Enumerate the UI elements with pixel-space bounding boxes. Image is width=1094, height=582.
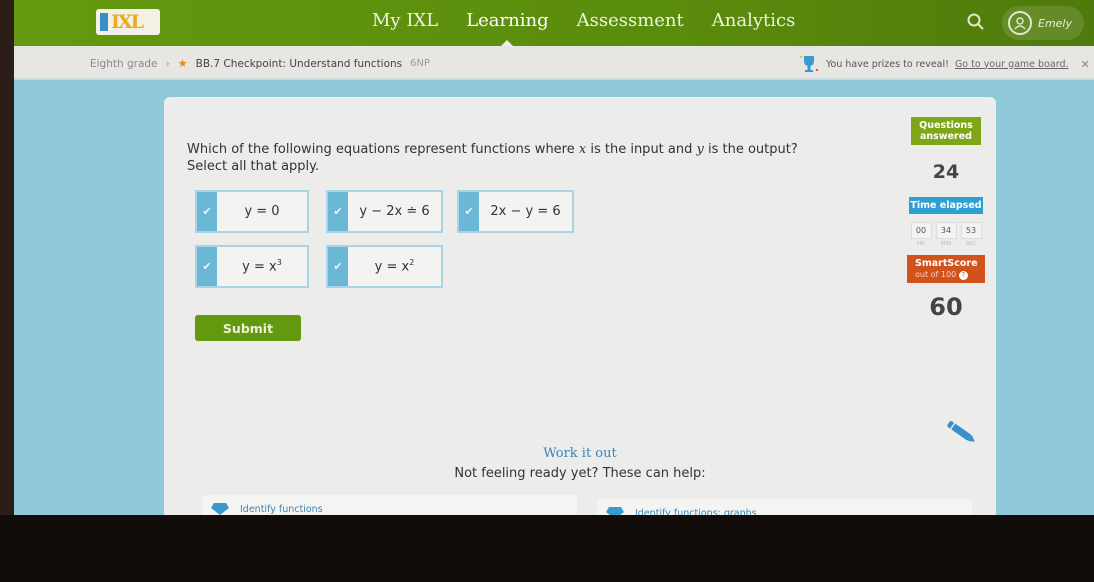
avatar-icon: [1008, 11, 1032, 35]
submit-button[interactable]: Submit: [195, 315, 301, 341]
nav-assessment[interactable]: Assessment: [577, 10, 684, 31]
checkmark-icon: ✔: [328, 247, 348, 286]
user-menu[interactable]: Emely: [1002, 6, 1084, 40]
ixl-logo[interactable]: IXL: [96, 9, 160, 35]
timer-seconds-label: SEC: [965, 241, 977, 247]
option-label: y = 0: [244, 204, 280, 219]
option-exponent: 3: [276, 258, 282, 268]
help-icon[interactable]: ?: [958, 271, 968, 280]
help-link-identify-functions[interactable]: Identify functions: [202, 495, 577, 515]
answer-option[interactable]: ✔ y = x2: [326, 245, 443, 288]
work-it-out-subtitle: Not feeling ready yet? These can help:: [454, 466, 706, 481]
monitor-bezel: [0, 0, 14, 582]
answer-option[interactable]: ✔ y − 2x ≐ 6: [326, 190, 443, 233]
search-icon[interactable]: [966, 12, 986, 32]
timer-hours-label: HR: [917, 241, 925, 247]
nav-learning[interactable]: Learning: [466, 10, 549, 46]
option-label: 2x − y = 6: [490, 204, 561, 219]
breadcrumb-skill: BB.7 Checkpoint: Understand functions: [195, 57, 403, 70]
prize-text: You have prizes to reveal!: [826, 58, 949, 70]
nav-links: My IXL Learning Assessment Analytics: [372, 10, 796, 46]
breadcrumb-grade[interactable]: Eighth grade: [90, 58, 158, 70]
practice-card: Which of the following equations represe…: [164, 97, 996, 515]
smartscore-value: 60: [929, 293, 963, 321]
answer-option[interactable]: ✔ y = x3: [195, 245, 309, 288]
prompt-part: Which of the following equations represe…: [187, 142, 579, 157]
browser-screen: IXL My IXL Learning Assessment Analytics…: [14, 0, 1094, 515]
monitor-bezel-bottom: [0, 515, 1094, 582]
answer-option[interactable]: ✔ y = 0: [195, 190, 309, 233]
prize-banner: You have prizes to reveal! Go to your ga…: [798, 54, 1090, 74]
option-label: y − 2x ≐ 6: [359, 204, 430, 219]
help-link-label: Identify functions: graphs: [635, 507, 757, 516]
game-board-link[interactable]: Go to your game board.: [955, 59, 1069, 70]
variable-y: y: [696, 142, 704, 157]
user-name: Emely: [1038, 16, 1072, 30]
pencil-icon[interactable]: [942, 417, 982, 447]
gem-icon: [211, 503, 229, 515]
logo-text: IXL: [111, 11, 144, 33]
stats-panel: Questions answered 24 Time elapsed 00 HR …: [905, 117, 987, 321]
smartscore-label: SmartScore out of 100 ?: [907, 255, 985, 283]
top-navigation: IXL My IXL Learning Assessment Analytics…: [14, 0, 1094, 46]
star-icon: ★: [177, 57, 188, 70]
checkmark-icon: ✔: [197, 192, 217, 231]
question-text: Which of the following equations represe…: [187, 141, 798, 158]
timer-hours-value: 00: [910, 222, 932, 239]
timer-minutes-label: MIN: [940, 241, 952, 247]
breadcrumb: Eighth grade › ★ BB.7 Checkpoint: Unders…: [90, 57, 430, 70]
questions-answered-value: 24: [932, 161, 960, 183]
questions-answered-label: Questions answered: [911, 117, 981, 145]
time-elapsed-label: Time elapsed: [909, 197, 983, 214]
skill-code: 6NP: [410, 58, 431, 69]
breadcrumb-separator: ›: [165, 57, 170, 70]
help-link-identify-functions-graphs[interactable]: Identify functions: graphs: [597, 499, 972, 515]
timer-minutes: 34 MIN: [935, 222, 957, 247]
question-prompt: Which of the following equations represe…: [187, 141, 798, 175]
question-instruction: Select all that apply.: [187, 159, 320, 174]
timer-minutes-value: 34: [935, 222, 957, 239]
option-exponent: 2: [409, 258, 415, 268]
answer-option[interactable]: ✔ 2x − y = 6: [457, 190, 574, 233]
nav-analytics[interactable]: Analytics: [712, 10, 796, 31]
timer-hours: 00 HR: [910, 222, 932, 247]
work-it-out-title: Work it out: [543, 446, 617, 461]
timer: 00 HR 34 MIN 53 SEC: [905, 222, 987, 247]
option-label: y = x3: [217, 258, 307, 274]
checkmark-icon: ✔: [459, 192, 479, 231]
help-link-label: Identify functions: [240, 503, 323, 515]
smartscore-title: SmartScore: [915, 258, 978, 269]
option-base: y = x: [242, 259, 277, 275]
gem-icon: [606, 507, 624, 515]
logo-bar: [100, 13, 108, 31]
breadcrumb-bar: Eighth grade › ★ BB.7 Checkpoint: Unders…: [14, 46, 1094, 80]
nav-my-ixl[interactable]: My IXL: [372, 10, 438, 31]
trophy-icon: [799, 55, 819, 72]
smartscore-sub-text: out of 100: [915, 270, 957, 279]
option-label: y = x2: [348, 258, 441, 274]
checkmark-icon: ✔: [197, 247, 217, 286]
prompt-part: is the input and: [586, 142, 697, 157]
timer-seconds: 53 SEC: [960, 222, 982, 247]
option-base: y = x: [374, 259, 410, 275]
timer-seconds-value: 53: [960, 222, 982, 239]
smartscore-subtitle: out of 100 ?: [915, 269, 985, 280]
prompt-part: is the output?: [703, 142, 798, 157]
close-icon[interactable]: ✕: [1081, 58, 1090, 71]
checkmark-icon: ✔: [328, 192, 348, 231]
